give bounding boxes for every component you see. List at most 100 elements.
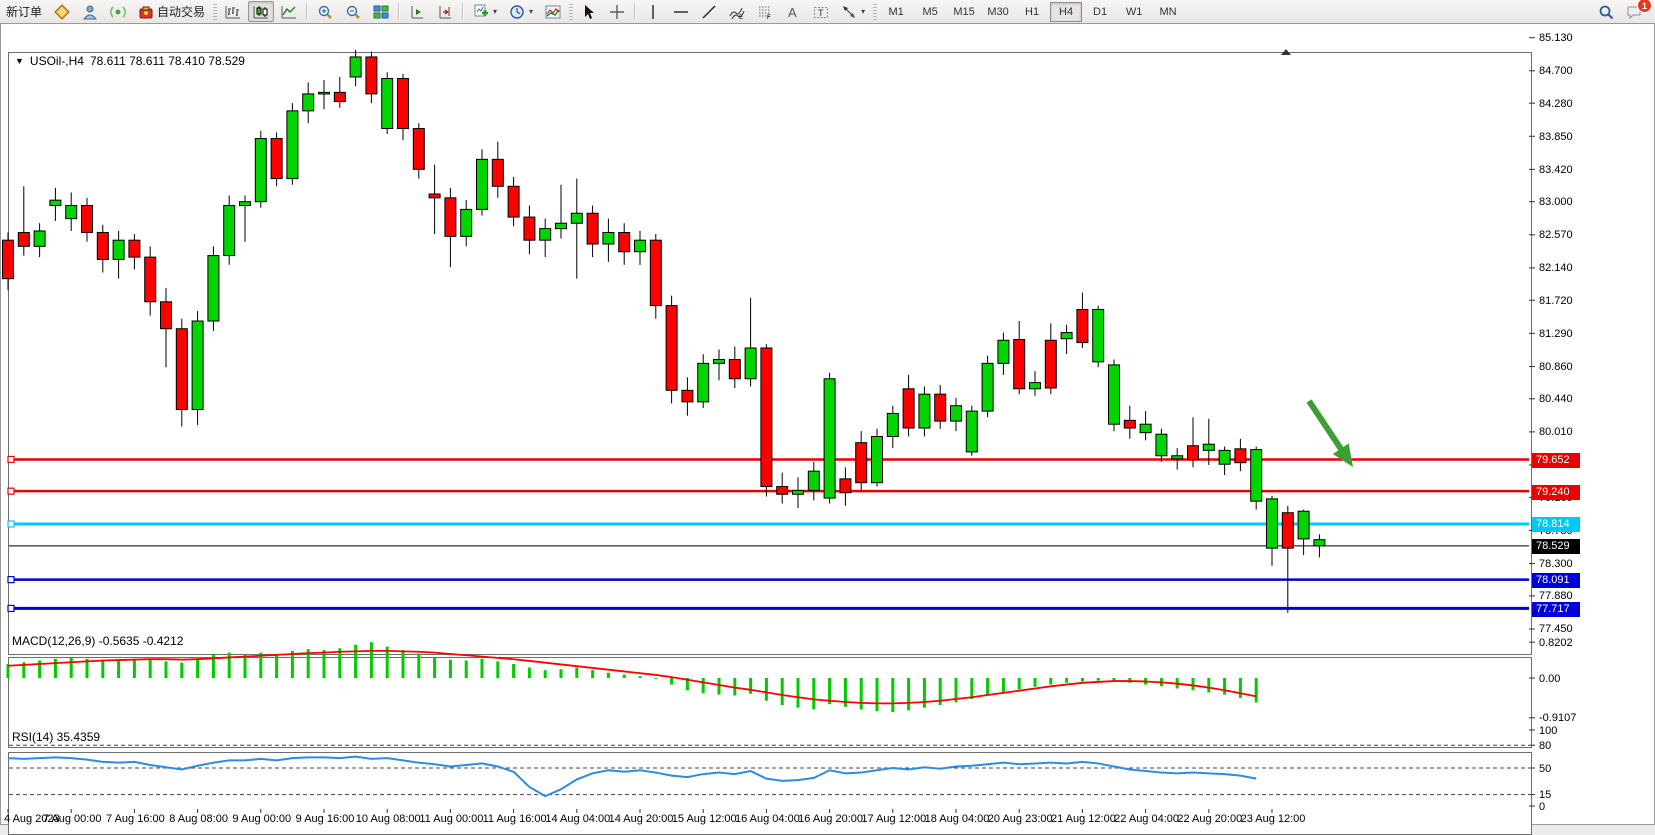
price-axis-label: 84.280 xyxy=(1539,98,1573,110)
price-axis-label: 0.00 xyxy=(1539,673,1560,685)
profiles-button[interactable]: ▾ xyxy=(504,1,538,22)
horizontal-line-button[interactable] xyxy=(668,1,694,22)
time-axis-label: 9 Aug 00:00 xyxy=(232,813,291,825)
timeframe-m1[interactable]: M1 xyxy=(880,2,912,22)
price-axis-label: 80.010 xyxy=(1539,426,1573,438)
toolbar-separator xyxy=(462,3,464,20)
time-axis-label: 11 Aug 16:00 xyxy=(483,813,547,825)
svg-text:F: F xyxy=(767,15,771,20)
timeframe-mn[interactable]: MN xyxy=(1152,2,1184,22)
broadcast-icon xyxy=(110,4,126,20)
text-button[interactable]: A xyxy=(780,1,806,22)
time-axis-label: 8 Aug 08:00 xyxy=(169,813,228,825)
zoom-in-icon xyxy=(317,4,333,20)
toolbar-separator xyxy=(634,3,636,20)
price-axis-label: 84.700 xyxy=(1539,65,1573,77)
navigator-button[interactable] xyxy=(77,1,103,22)
time-axis-label: 21 Aug 12:00 xyxy=(1051,813,1116,825)
price-tag: 78.091 xyxy=(1532,573,1580,588)
profiles-clock-icon xyxy=(509,4,525,20)
price-axis-label: 15 xyxy=(1539,789,1551,801)
chevron-down-icon[interactable]: ▾ xyxy=(493,7,497,16)
auto-scroll-icon xyxy=(409,4,425,20)
timeframe-m15[interactable]: M15 xyxy=(948,2,980,22)
chart-shift-marker[interactable] xyxy=(1281,49,1291,55)
toolbar-separator xyxy=(306,3,308,20)
svg-text:T: T xyxy=(818,8,824,18)
time-axis-label: 16 Aug 20:00 xyxy=(798,813,863,825)
bar-chart-button[interactable] xyxy=(220,1,246,22)
price-axis-label: 83.850 xyxy=(1539,131,1573,143)
time-axis-label: 17 Aug 12:00 xyxy=(861,813,926,825)
cursor-icon xyxy=(581,4,597,20)
chevron-down-icon[interactable]: ▼ xyxy=(15,56,24,66)
indicators-button[interactable] xyxy=(540,1,566,22)
timeframe-m30[interactable]: M30 xyxy=(982,2,1014,22)
tile-windows-button[interactable] xyxy=(368,1,394,22)
line-chart-button[interactable] xyxy=(276,1,302,22)
price-tag: 77.717 xyxy=(1532,602,1580,617)
fibonacci-icon: F xyxy=(757,4,773,20)
price-tag: 79.240 xyxy=(1532,485,1580,500)
equidistant-channel-button[interactable]: E xyxy=(724,1,750,22)
price-pane[interactable] xyxy=(8,52,1532,655)
new-order-button[interactable]: 新订单 xyxy=(1,1,47,22)
timeframe-h1[interactable]: H1 xyxy=(1016,2,1048,22)
text-label-button[interactable]: T xyxy=(808,1,834,22)
broadcast-button[interactable] xyxy=(105,1,131,22)
price-axis-label: 78.300 xyxy=(1539,558,1573,570)
trendline-button[interactable] xyxy=(696,1,722,22)
zoom-in-button[interactable] xyxy=(312,1,338,22)
crosshair-button[interactable] xyxy=(604,1,630,22)
svg-text:E: E xyxy=(739,15,743,20)
text-icon: A xyxy=(785,4,801,20)
cursor-button[interactable] xyxy=(576,1,602,22)
toolbar-drag-rail xyxy=(873,4,877,20)
time-axis-label: 9 Aug 16:00 xyxy=(296,813,355,825)
svg-text:A: A xyxy=(788,5,797,20)
price-tag: 79.652 xyxy=(1532,453,1580,468)
time-axis-label: 14 Aug 20:00 xyxy=(609,813,674,825)
arrows-button[interactable]: ▾ xyxy=(836,1,870,22)
price-axis-label: 0 xyxy=(1539,801,1545,813)
price-axis-label: 77.450 xyxy=(1539,623,1573,635)
zoom-out-icon xyxy=(345,4,361,20)
notifications-button[interactable]: 1 xyxy=(1621,1,1647,22)
candlestick-chart-button[interactable] xyxy=(248,1,274,22)
new-order-icon xyxy=(54,4,70,20)
fibonacci-button[interactable]: F xyxy=(752,1,778,22)
chart-shift-button[interactable] xyxy=(432,1,458,22)
notification-badge: 1 xyxy=(1637,0,1652,13)
time-axis-label: 10 Aug 08:00 xyxy=(356,813,421,825)
timeframe-w1[interactable]: W1 xyxy=(1118,2,1150,22)
new-chart-button[interactable]: ▾ xyxy=(468,1,502,22)
price-axis-label: 77.880 xyxy=(1539,590,1573,602)
arrows-icon xyxy=(841,4,857,20)
timeframe-m5[interactable]: M5 xyxy=(914,2,946,22)
timeframe-h4[interactable]: H4 xyxy=(1050,2,1082,22)
price-axis-label: 80.860 xyxy=(1539,361,1573,373)
price-axis-label: 80 xyxy=(1539,740,1551,752)
line-chart-icon xyxy=(281,4,297,20)
time-axis-label: 7 Aug 00:00 xyxy=(43,813,102,825)
time-axis-label: 14 Aug 04:00 xyxy=(545,813,610,825)
auto-trading-button[interactable]: 自动交易 xyxy=(133,1,210,22)
toolbar-separator xyxy=(398,3,400,20)
time-axis-label: 15 Aug 12:00 xyxy=(672,813,737,825)
horizontal-line-icon xyxy=(673,4,689,20)
macd-label: MACD(12,26,9) -0.5635 -0.4212 xyxy=(12,634,183,648)
chart-window[interactable]: ▼ USOil-,H4 78.611 78.611 78.410 78.529 … xyxy=(0,23,1655,825)
chevron-down-icon[interactable]: ▾ xyxy=(861,7,865,16)
vertical-line-button[interactable] xyxy=(640,1,666,22)
price-axis-label: 81.720 xyxy=(1539,295,1573,307)
market-watch-button[interactable] xyxy=(49,1,75,22)
search-button[interactable] xyxy=(1593,1,1619,22)
auto-scroll-button[interactable] xyxy=(404,1,430,22)
chart-title: ▼ USOil-,H4 78.611 78.611 78.410 78.529 xyxy=(15,54,245,68)
timeframe-d1[interactable]: D1 xyxy=(1084,2,1116,22)
zoom-out-button[interactable] xyxy=(340,1,366,22)
text-label-icon: T xyxy=(813,4,829,20)
macd-pane[interactable] xyxy=(8,657,1532,748)
chevron-down-icon[interactable]: ▾ xyxy=(529,7,533,16)
crosshair-icon xyxy=(609,4,625,20)
